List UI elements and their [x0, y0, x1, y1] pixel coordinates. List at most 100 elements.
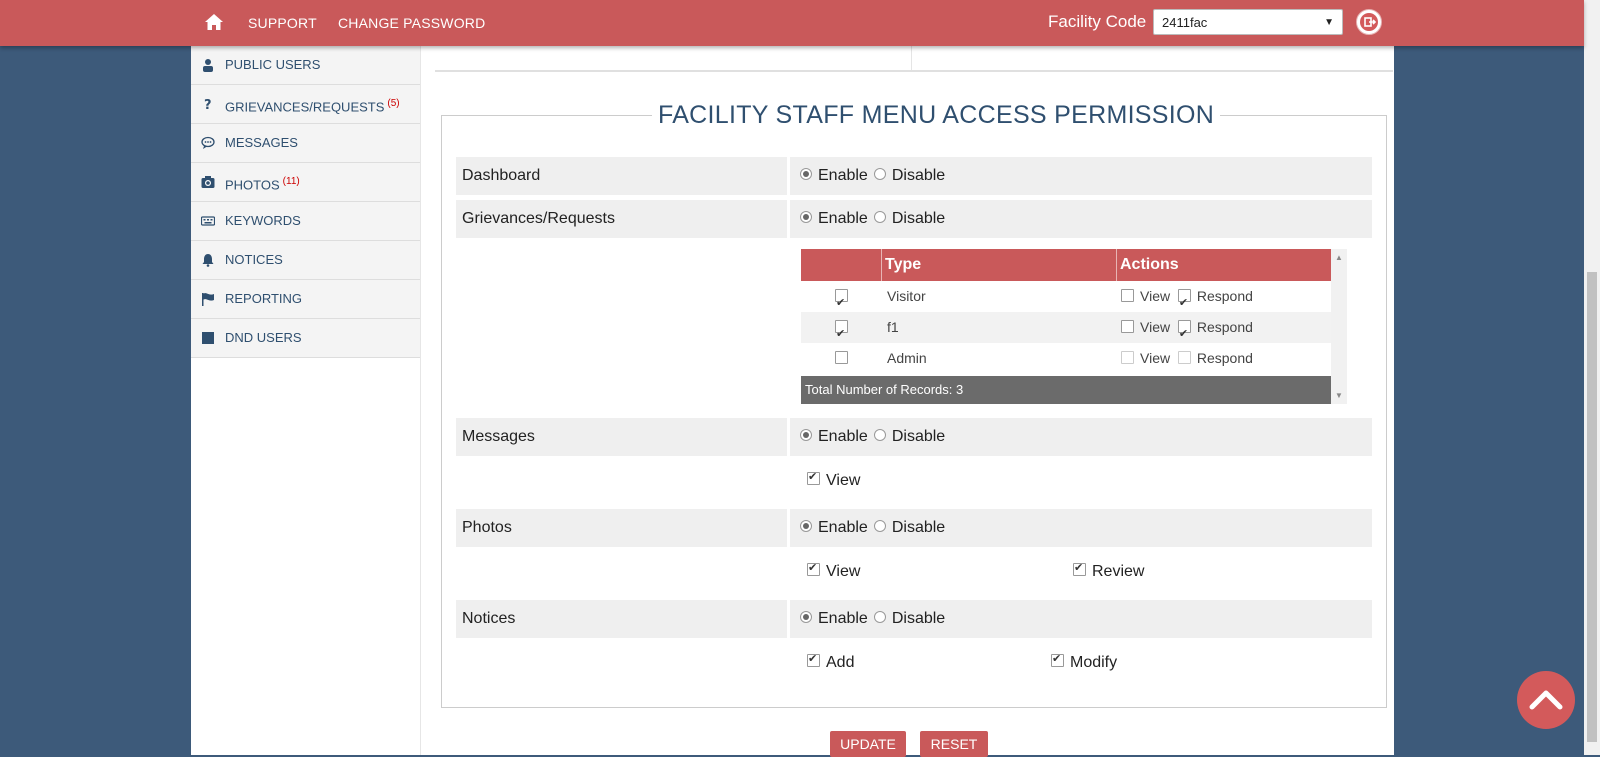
- home-icon[interactable]: [204, 13, 224, 31]
- notices-disable-radio[interactable]: [873, 610, 886, 623]
- notices-modify-option: Modify: [1051, 652, 1117, 672]
- notices-options: Enable Disable: [790, 600, 1372, 638]
- respond-label: Respond: [1196, 319, 1253, 335]
- notices-enable-radio[interactable]: [800, 610, 812, 623]
- flag-icon: [202, 293, 214, 306]
- scroll-to-top-button[interactable]: [1517, 671, 1575, 729]
- scroll-up-icon[interactable]: ▲: [1335, 253, 1343, 262]
- row-select-checkbox[interactable]: [835, 350, 848, 364]
- chevron-up-icon: [1529, 690, 1563, 710]
- review-label: Review: [1092, 563, 1145, 580]
- bell-icon: [202, 254, 214, 267]
- notices-add-option: Add: [807, 652, 855, 672]
- view-label: View: [1140, 350, 1171, 366]
- row-select-checkbox[interactable]: [835, 287, 848, 318]
- photos-view-checkbox[interactable]: [807, 561, 820, 577]
- sidebar-item-label: DND USERS: [225, 330, 302, 345]
- dashboard-label: Dashboard: [456, 157, 787, 195]
- table-scrollbar[interactable]: ▲ ▼: [1331, 249, 1347, 404]
- respond-checkbox[interactable]: [1177, 287, 1191, 318]
- keyboard-icon: [201, 216, 215, 226]
- messages-disable-radio[interactable]: [873, 428, 886, 441]
- respond-checkbox[interactable]: [1177, 318, 1191, 349]
- sidebar-item-photos[interactable]: PHOTOS (11): [191, 163, 420, 202]
- window-scrollbar[interactable]: [1584, 0, 1600, 755]
- table-row: Visitor View Respond: [801, 281, 1331, 318]
- disable-label: Disable: [891, 519, 946, 536]
- nav-support-link[interactable]: SUPPORT: [248, 15, 317, 31]
- add-label: Add: [826, 654, 855, 671]
- table-row: f1 View Respond: [801, 312, 1331, 349]
- enable-label: Enable: [818, 519, 868, 536]
- type-column-header: Type: [885, 256, 922, 273]
- disable-label: Disable: [891, 428, 946, 445]
- view-label: View: [1140, 288, 1171, 304]
- photos-enable-radio[interactable]: [800, 519, 812, 532]
- respond-checkbox[interactable]: [1177, 350, 1191, 364]
- view-label: View: [1140, 319, 1171, 335]
- messages-enable-radio[interactable]: [800, 428, 812, 441]
- photos-count-badge: (11): [282, 176, 300, 187]
- nav-change-password-link[interactable]: CHANGE PASSWORD: [338, 15, 485, 31]
- photos-review-checkbox[interactable]: [1073, 561, 1086, 577]
- top-nav-bar: SUPPORT CHANGE PASSWORD Facility Code 24…: [0, 0, 1584, 46]
- logout-button[interactable]: [1356, 9, 1382, 35]
- sidebar-item-messages[interactable]: MESSAGES: [191, 124, 420, 163]
- table-footer: Total Number of Records: 3: [801, 376, 1331, 404]
- type-cell: Admin: [887, 350, 927, 366]
- grievances-label: Grievances/Requests: [456, 200, 787, 238]
- grievances-disable-radio[interactable]: [873, 210, 886, 223]
- type-cell: f1: [887, 319, 899, 335]
- reset-button[interactable]: RESET: [920, 731, 988, 757]
- row-select-checkbox[interactable]: [835, 318, 848, 349]
- view-checkbox[interactable]: [1121, 288, 1134, 302]
- disable-label: Disable: [891, 610, 946, 627]
- sidebar-item-public-users[interactable]: PUBLIC USERS: [191, 46, 420, 85]
- chat-icon: [201, 136, 215, 149]
- sidebar-item-grievances[interactable]: ? GRIEVANCES/REQUESTS (5): [191, 85, 420, 124]
- grievances-count-badge: (5): [387, 98, 400, 109]
- sidebar-item-label: PUBLIC USERS: [225, 57, 321, 72]
- view-label: View: [826, 472, 861, 489]
- notices-modify-checkbox[interactable]: [1051, 652, 1064, 668]
- update-button[interactable]: UPDATE: [830, 731, 906, 757]
- panel-title: FACILITY STAFF MENU ACCESS PERMISSION: [658, 101, 1215, 129]
- scroll-down-icon[interactable]: ▼: [1335, 391, 1343, 400]
- photos-review-option: Review: [1073, 561, 1145, 581]
- square-icon: [202, 332, 214, 344]
- disable-label: Disable: [891, 210, 946, 227]
- photos-view-option: View: [807, 561, 861, 581]
- messages-view-checkbox[interactable]: [807, 470, 820, 486]
- sidebar: PUBLIC USERS ? GRIEVANCES/REQUESTS (5) ME…: [191, 46, 421, 755]
- actions-column-header: Actions: [1120, 256, 1179, 273]
- messages-options: Enable Disable: [790, 418, 1372, 456]
- enable-label: Enable: [818, 428, 868, 445]
- dashboard-enable-radio[interactable]: [800, 167, 812, 180]
- enable-label: Enable: [818, 610, 868, 627]
- facility-code-value: 2411fac: [1162, 15, 1208, 30]
- view-checkbox[interactable]: [1121, 350, 1134, 364]
- chevron-down-icon: ▼: [1324, 17, 1334, 28]
- sidebar-item-label: GRIEVANCES/REQUESTS: [225, 99, 385, 115]
- sidebar-item-dnd-users[interactable]: DND USERS: [191, 319, 420, 358]
- facility-code-select[interactable]: 2411fac ▼: [1153, 9, 1343, 35]
- grievances-enable-radio[interactable]: [800, 210, 812, 223]
- sidebar-item-label: NOTICES: [225, 252, 283, 267]
- view-checkbox[interactable]: [1121, 319, 1134, 333]
- sidebar-item-keywords[interactable]: KEYWORDS: [191, 202, 420, 241]
- view-label: View: [826, 563, 861, 580]
- sidebar-item-label: KEYWORDS: [225, 213, 301, 228]
- dashboard-disable-radio[interactable]: [873, 167, 886, 180]
- camera-icon: [201, 176, 215, 188]
- sidebar-item-notices[interactable]: NOTICES: [191, 241, 420, 280]
- notices-add-checkbox[interactable]: [807, 652, 820, 668]
- photos-options: Enable Disable: [790, 509, 1372, 547]
- disable-label: Disable: [891, 167, 946, 184]
- scrollbar-thumb[interactable]: [1587, 272, 1597, 742]
- users-icon: [203, 59, 213, 72]
- sidebar-item-label: PHOTOS: [225, 177, 280, 193]
- sidebar-item-reporting[interactable]: REPORTING: [191, 280, 420, 319]
- photos-disable-radio[interactable]: [873, 519, 886, 532]
- enable-label: Enable: [818, 210, 868, 227]
- type-cell: Visitor: [887, 288, 926, 304]
